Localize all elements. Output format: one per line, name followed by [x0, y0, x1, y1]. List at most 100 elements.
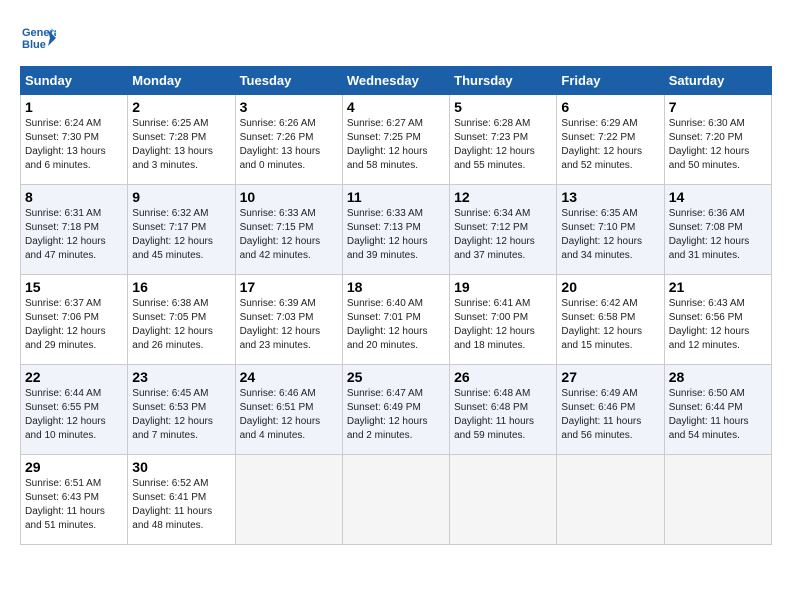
calendar-day-cell: 6 Sunrise: 6:29 AMSunset: 7:22 PMDaylight… — [557, 95, 664, 185]
day-number: 24 — [240, 369, 338, 385]
day-info: Sunrise: 6:31 AMSunset: 7:18 PMDaylight:… — [25, 207, 123, 263]
day-info: Sunrise: 6:34 AMSunset: 7:12 PMDaylight:… — [454, 207, 552, 263]
day-number: 11 — [347, 189, 445, 205]
header-wednesday: Wednesday — [342, 67, 449, 95]
day-info: Sunrise: 6:30 AMSunset: 7:20 PMDaylight:… — [669, 117, 767, 173]
calendar-day-cell: 29 Sunrise: 6:51 AMSunset: 6:43 PMDayligh… — [21, 455, 128, 545]
day-number: 13 — [561, 189, 659, 205]
day-info: Sunrise: 6:50 AMSunset: 6:44 PMDaylight:… — [669, 387, 767, 443]
calendar-day-cell: 11 Sunrise: 6:33 AMSunset: 7:13 PMDayligh… — [342, 185, 449, 275]
day-info: Sunrise: 6:51 AMSunset: 6:43 PMDaylight:… — [25, 477, 123, 533]
calendar-day-cell: 3 Sunrise: 6:26 AMSunset: 7:26 PMDaylight… — [235, 95, 342, 185]
day-info: Sunrise: 6:33 AMSunset: 7:15 PMDaylight:… — [240, 207, 338, 263]
day-info: Sunrise: 6:26 AMSunset: 7:26 PMDaylight:… — [240, 117, 338, 173]
calendar-day-cell: 26 Sunrise: 6:48 AMSunset: 6:48 PMDayligh… — [450, 365, 557, 455]
day-number: 21 — [669, 279, 767, 295]
calendar-day-cell: 18 Sunrise: 6:40 AMSunset: 7:01 PMDayligh… — [342, 275, 449, 365]
calendar-day-cell: 13 Sunrise: 6:35 AMSunset: 7:10 PMDayligh… — [557, 185, 664, 275]
logo: General Blue — [20, 20, 60, 56]
day-number: 19 — [454, 279, 552, 295]
calendar-day-cell: 9 Sunrise: 6:32 AMSunset: 7:17 PMDaylight… — [128, 185, 235, 275]
calendar-day-cell — [235, 455, 342, 545]
day-info: Sunrise: 6:45 AMSunset: 6:53 PMDaylight:… — [132, 387, 230, 443]
day-number: 16 — [132, 279, 230, 295]
day-number: 25 — [347, 369, 445, 385]
calendar-day-cell: 21 Sunrise: 6:43 AMSunset: 6:56 PMDayligh… — [664, 275, 771, 365]
day-number: 10 — [240, 189, 338, 205]
day-number: 26 — [454, 369, 552, 385]
day-info: Sunrise: 6:32 AMSunset: 7:17 PMDaylight:… — [132, 207, 230, 263]
header-tuesday: Tuesday — [235, 67, 342, 95]
day-info: Sunrise: 6:25 AMSunset: 7:28 PMDaylight:… — [132, 117, 230, 173]
calendar-day-cell — [557, 455, 664, 545]
day-number: 6 — [561, 99, 659, 115]
day-info: Sunrise: 6:46 AMSunset: 6:51 PMDaylight:… — [240, 387, 338, 443]
header-thursday: Thursday — [450, 67, 557, 95]
day-info: Sunrise: 6:43 AMSunset: 6:56 PMDaylight:… — [669, 297, 767, 353]
calendar-day-cell: 19Sunrise: 6:41 AMSunset: 7:00 PMDayligh… — [450, 275, 557, 365]
day-info: Sunrise: 6:42 AMSunset: 6:58 PMDaylight:… — [561, 297, 659, 353]
calendar-day-cell: 15Sunrise: 6:37 AMSunset: 7:06 PMDayligh… — [21, 275, 128, 365]
calendar-day-cell: 27 Sunrise: 6:49 AMSunset: 6:46 PMDayligh… — [557, 365, 664, 455]
day-number: 12 — [454, 189, 552, 205]
day-number: 18 — [347, 279, 445, 295]
day-info: Sunrise: 6:35 AMSunset: 7:10 PMDaylight:… — [561, 207, 659, 263]
calendar-day-cell — [450, 455, 557, 545]
calendar-week-row: 15Sunrise: 6:37 AMSunset: 7:06 PMDayligh… — [21, 275, 772, 365]
calendar-day-cell: 25 Sunrise: 6:47 AMSunset: 6:49 PMDayligh… — [342, 365, 449, 455]
day-number: 15 — [25, 279, 123, 295]
day-number: 5 — [454, 99, 552, 115]
day-info: Sunrise: 6:33 AMSunset: 7:13 PMDaylight:… — [347, 207, 445, 263]
day-number: 22 — [25, 369, 123, 385]
day-info: Sunrise: 6:38 AMSunset: 7:05 PMDaylight:… — [132, 297, 230, 353]
calendar-day-cell: 14 Sunrise: 6:36 AMSunset: 7:08 PMDayligh… — [664, 185, 771, 275]
calendar-day-cell: 4 Sunrise: 6:27 AMSunset: 7:25 PMDaylight… — [342, 95, 449, 185]
calendar-day-cell: 28 Sunrise: 6:50 AMSunset: 6:44 PMDayligh… — [664, 365, 771, 455]
header-sunday: Sunday — [21, 67, 128, 95]
calendar-header-row: SundayMondayTuesdayWednesdayThursdayFrid… — [21, 67, 772, 95]
calendar-day-cell: 5 Sunrise: 6:28 AMSunset: 7:23 PMDaylight… — [450, 95, 557, 185]
day-number: 9 — [132, 189, 230, 205]
logo-icon: General Blue — [20, 20, 56, 56]
calendar-day-cell: 23 Sunrise: 6:45 AMSunset: 6:53 PMDayligh… — [128, 365, 235, 455]
day-info: Sunrise: 6:44 AMSunset: 6:55 PMDaylight:… — [25, 387, 123, 443]
day-info: Sunrise: 6:40 AMSunset: 7:01 PMDaylight:… — [347, 297, 445, 353]
day-number: 3 — [240, 99, 338, 115]
day-number: 28 — [669, 369, 767, 385]
calendar-day-cell: 12 Sunrise: 6:34 AMSunset: 7:12 PMDayligh… — [450, 185, 557, 275]
header-saturday: Saturday — [664, 67, 771, 95]
calendar-day-cell: 30 Sunrise: 6:52 AMSunset: 6:41 PMDayligh… — [128, 455, 235, 545]
header-monday: Monday — [128, 67, 235, 95]
day-info: Sunrise: 6:36 AMSunset: 7:08 PMDaylight:… — [669, 207, 767, 263]
calendar-week-row: 8 Sunrise: 6:31 AMSunset: 7:18 PMDaylight… — [21, 185, 772, 275]
day-info: Sunrise: 6:29 AMSunset: 7:22 PMDaylight:… — [561, 117, 659, 173]
day-info: Sunrise: 6:47 AMSunset: 6:49 PMDaylight:… — [347, 387, 445, 443]
day-number: 30 — [132, 459, 230, 475]
day-info: Sunrise: 6:52 AMSunset: 6:41 PMDaylight:… — [132, 477, 230, 533]
calendar-day-cell: 22 Sunrise: 6:44 AMSunset: 6:55 PMDayligh… — [21, 365, 128, 455]
day-info: Sunrise: 6:24 AMSunset: 7:30 PMDaylight:… — [25, 117, 123, 173]
day-info: Sunrise: 6:28 AMSunset: 7:23 PMDaylight:… — [454, 117, 552, 173]
calendar-table: SundayMondayTuesdayWednesdayThursdayFrid… — [20, 66, 772, 545]
day-number: 2 — [132, 99, 230, 115]
day-number: 14 — [669, 189, 767, 205]
header: General Blue — [20, 20, 772, 56]
calendar-day-cell: 2 Sunrise: 6:25 AMSunset: 7:28 PMDaylight… — [128, 95, 235, 185]
day-info: Sunrise: 6:27 AMSunset: 7:25 PMDaylight:… — [347, 117, 445, 173]
day-number: 20 — [561, 279, 659, 295]
calendar-day-cell: 1 Sunrise: 6:24 AMSunset: 7:30 PMDaylight… — [21, 95, 128, 185]
calendar-week-row: 22 Sunrise: 6:44 AMSunset: 6:55 PMDayligh… — [21, 365, 772, 455]
calendar-day-cell: 16 Sunrise: 6:38 AMSunset: 7:05 PMDayligh… — [128, 275, 235, 365]
day-info: Sunrise: 6:48 AMSunset: 6:48 PMDaylight:… — [454, 387, 552, 443]
day-info: Sunrise: 6:49 AMSunset: 6:46 PMDaylight:… — [561, 387, 659, 443]
day-number: 23 — [132, 369, 230, 385]
day-number: 29 — [25, 459, 123, 475]
calendar-day-cell — [342, 455, 449, 545]
calendar-day-cell: 8 Sunrise: 6:31 AMSunset: 7:18 PMDaylight… — [21, 185, 128, 275]
day-number: 17 — [240, 279, 338, 295]
day-number: 8 — [25, 189, 123, 205]
calendar-day-cell: 7Sunrise: 6:30 AMSunset: 7:20 PMDaylight… — [664, 95, 771, 185]
day-number: 4 — [347, 99, 445, 115]
day-number: 1 — [25, 99, 123, 115]
day-number: 27 — [561, 369, 659, 385]
